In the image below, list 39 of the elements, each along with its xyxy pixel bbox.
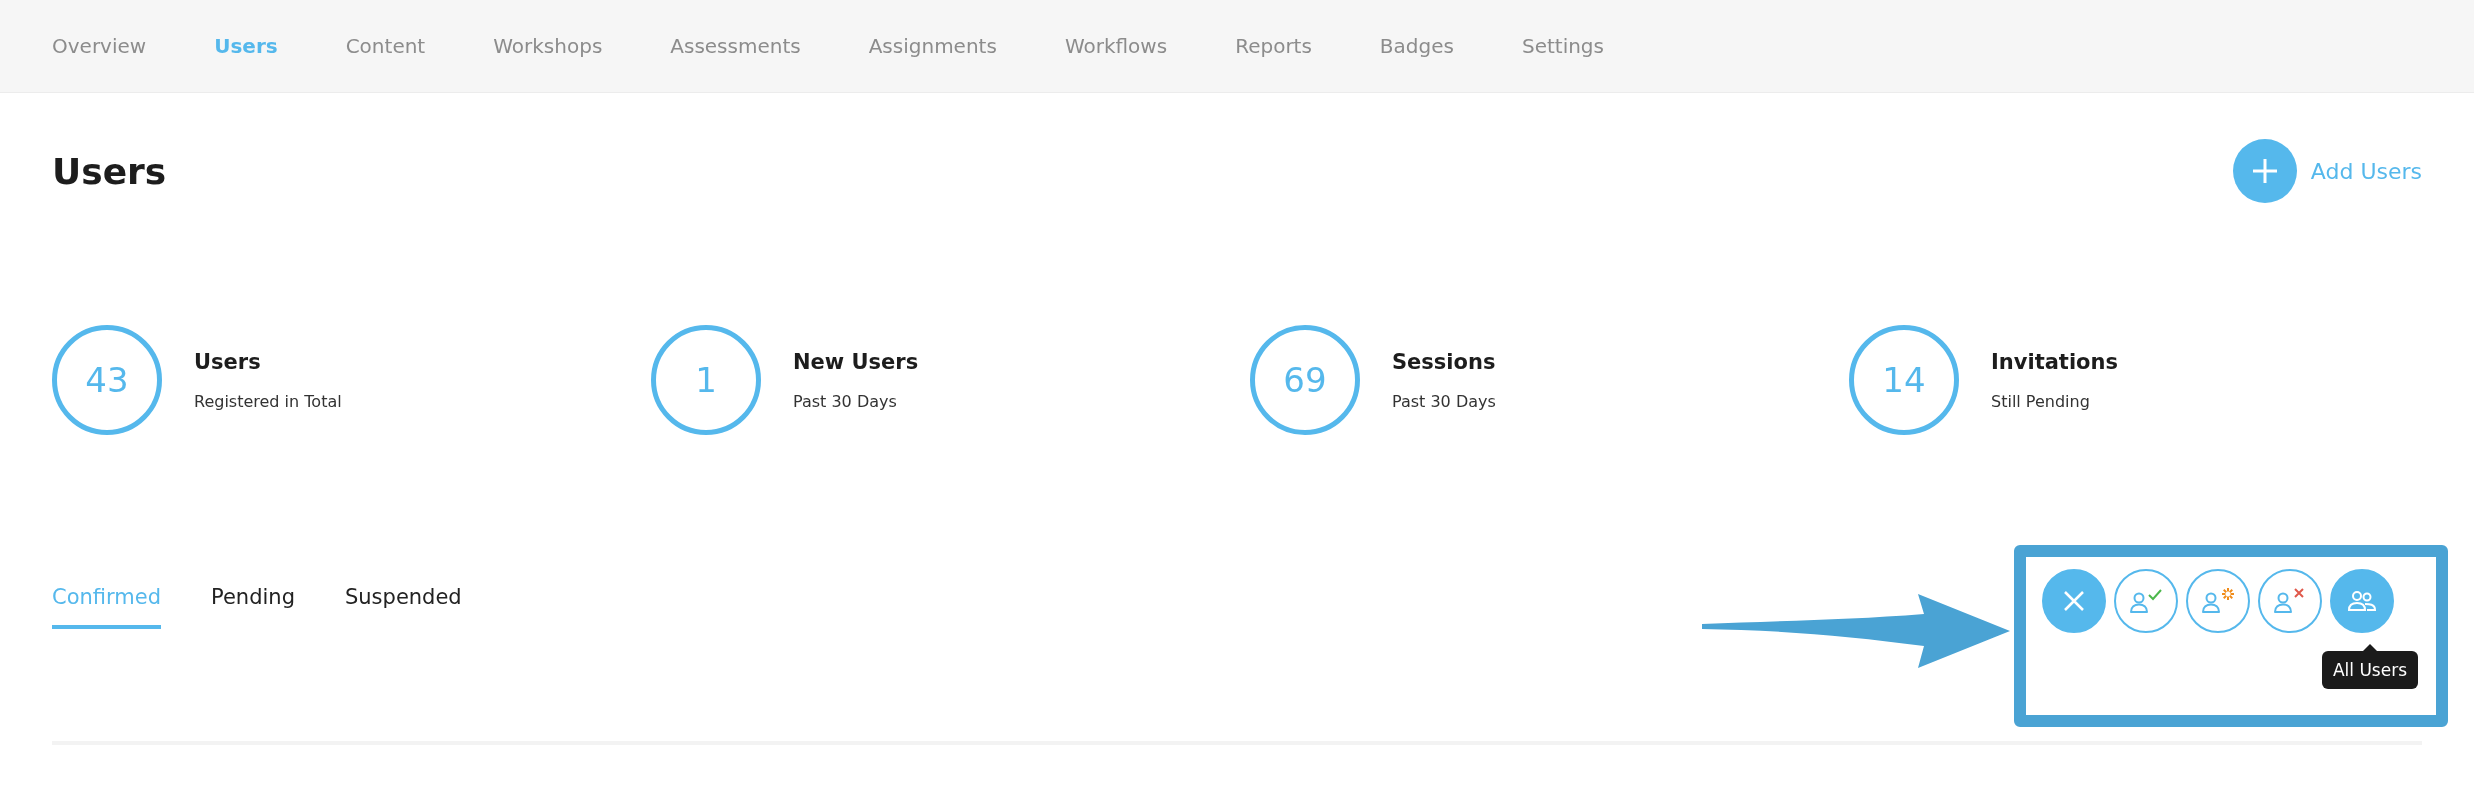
stat-number: 1 [651, 325, 761, 435]
stat-subtitle: Past 30 Days [793, 391, 898, 411]
nav-link[interactable]: Reports [1235, 34, 1312, 58]
filter-button[interactable] [2186, 569, 2250, 633]
users-icon [2347, 589, 2377, 613]
tooltip-pointer-icon [2362, 644, 2377, 651]
add-users-button[interactable]: Add Users [2232, 139, 2422, 203]
filter-button[interactable] [2114, 569, 2178, 633]
filter-button[interactable] [2258, 569, 2322, 633]
nav-link[interactable]: Settings [1521, 34, 1604, 58]
filter-button[interactable] [2042, 569, 2106, 633]
status-tab[interactable]: Suspended [345, 585, 462, 629]
nav-link[interactable]: Badges [1379, 34, 1454, 58]
stat-subtitle: Still Pending [1991, 391, 2091, 411]
plus-icon [2232, 139, 2297, 203]
filter-button[interactable] [2330, 569, 2394, 633]
stat-number: 14 [1849, 325, 1959, 435]
stat-title: Invitations [1991, 349, 2118, 374]
tooltip: All Users [2321, 651, 2418, 689]
nav-link[interactable]: Workshops [493, 34, 603, 58]
nav-link[interactable]: Content [345, 34, 426, 58]
stat-title: New Users [793, 349, 919, 374]
nav-link[interactable]: Users [214, 34, 278, 58]
stat-number: 43 [52, 325, 162, 435]
stat-title: Users [194, 349, 262, 374]
user-check-icon [2127, 587, 2165, 615]
stat-subtitle: Registered in Total [194, 391, 342, 411]
stat-number: 69 [1250, 325, 1360, 435]
nav-link[interactable]: Assessments [670, 34, 801, 58]
nav-link[interactable]: Assignments [868, 34, 997, 58]
status-tab[interactable]: Confirmed [52, 585, 162, 629]
page-title: Users [52, 150, 167, 192]
status-tab[interactable]: Pending [211, 585, 295, 629]
nav-link[interactable]: Workflows [1064, 34, 1168, 58]
nav-link[interactable]: Overview [52, 34, 147, 58]
user-loading-icon [2199, 587, 2237, 615]
close-icon [2063, 590, 2085, 612]
stat-subtitle: Past 30 Days [1392, 391, 1496, 411]
stat-title: Sessions [1392, 349, 1496, 374]
